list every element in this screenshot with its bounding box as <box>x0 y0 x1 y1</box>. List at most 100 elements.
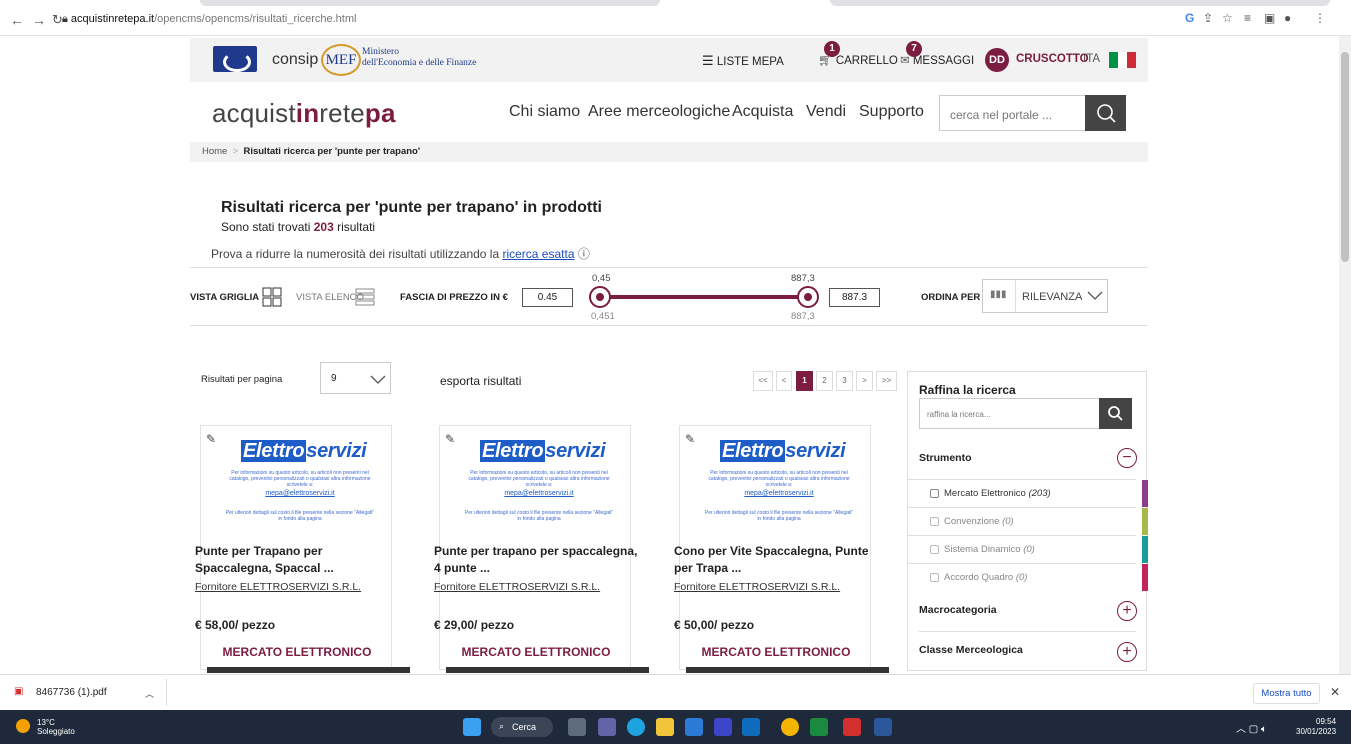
vendor-link[interactable]: Fornitore ELETTROSERVIZI S.R.L. <box>195 581 361 593</box>
collapse-strumento-icon[interactable]: − <box>1117 448 1137 468</box>
breadcrumb-home[interactable]: Home <box>202 146 227 157</box>
show-all-button[interactable]: Mostra tutto <box>1253 683 1320 704</box>
messages-button[interactable]: 7 ✉ MESSAGGI <box>900 41 974 67</box>
acrobat-icon[interactable] <box>843 718 861 736</box>
forward-icon[interactable]: → <box>32 12 46 28</box>
menu-icon[interactable]: ⋮ <box>1314 11 1326 25</box>
product-card[interactable]: ✎ Elettro servizi Per informazioni su que… <box>195 425 410 673</box>
card-action-bar[interactable] <box>207 667 410 673</box>
search-input[interactable]: cerca nel portale ... <box>939 95 1086 131</box>
outlook-icon[interactable] <box>742 718 760 736</box>
vendor-link[interactable]: Fornitore ELETTROSERVIZI S.R.L. <box>434 581 600 593</box>
checkbox[interactable] <box>930 545 939 554</box>
refine-search-button[interactable] <box>1099 398 1132 429</box>
clock[interactable]: 09:54 30/01/2023 <box>1296 717 1336 737</box>
browser-tab[interactable] <box>830 0 1330 6</box>
min-price-input[interactable]: 0.45 <box>522 288 573 307</box>
edit-icon[interactable]: ✎ <box>445 432 455 446</box>
search-button[interactable] <box>1085 95 1126 131</box>
edge-icon[interactable] <box>627 718 645 736</box>
chevron-up-icon[interactable]: ︿ <box>145 687 154 700</box>
min-price-handle[interactable] <box>589 286 611 308</box>
taskbar-search[interactable]: ⌕ Cerca <box>491 717 553 737</box>
page-scrollbar[interactable] <box>1339 36 1351 674</box>
cruscotto-link[interactable]: CRUSCOTTO <box>1016 53 1089 65</box>
profile-icon[interactable]: ● <box>1284 11 1291 25</box>
page-1[interactable]: 1 <box>796 371 813 391</box>
app-icon[interactable] <box>810 718 828 736</box>
max-price-handle[interactable] <box>797 286 819 308</box>
product-title[interactable]: Punte per Trapano per Spaccalegna, Spacc… <box>195 543 400 577</box>
checkbox[interactable] <box>930 573 939 582</box>
page-3[interactable]: 3 <box>836 371 853 391</box>
side-panel-icon[interactable]: ▣ <box>1264 11 1275 25</box>
download-filename[interactable]: 8467736 (1).pdf <box>36 687 107 698</box>
avatar[interactable]: DD <box>985 48 1009 72</box>
chrome-icon[interactable] <box>781 718 799 736</box>
list-view-icon[interactable] <box>355 288 375 306</box>
strumento-title[interactable]: Strumento <box>919 452 972 464</box>
sun-icon[interactable] <box>16 719 30 733</box>
checkbox[interactable] <box>930 489 939 498</box>
consip-logo-icon[interactable] <box>213 46 257 72</box>
grid-view-label[interactable]: VISTA GRIGLIA <box>190 292 259 303</box>
cart-button[interactable]: 1 🛒︎ CARRELLO <box>818 41 898 67</box>
menu-vendi[interactable]: Vendi <box>806 103 846 121</box>
edit-icon[interactable]: ✎ <box>685 432 695 446</box>
mef-label[interactable]: Ministero dell'Economia e delle Finanze <box>362 47 476 69</box>
vendor-link[interactable]: Fornitore ELETTROSERVIZI S.R.L. <box>674 581 840 593</box>
classe-merceologica-title[interactable]: Classe Merceologica <box>919 644 1023 656</box>
per-page-select[interactable]: 9 <box>320 362 391 394</box>
product-title[interactable]: Cono per Vite Spaccalegna, Punte per Tra… <box>674 543 879 577</box>
weather-widget[interactable]: 13°C Soleggiato <box>37 718 75 736</box>
consip-label[interactable]: consip <box>272 51 318 69</box>
scrollbar-thumb[interactable] <box>1341 52 1349 262</box>
chat-icon[interactable] <box>598 718 616 736</box>
star-icon[interactable]: ☆ <box>1222 11 1233 25</box>
page-next[interactable]: > <box>856 371 873 391</box>
share-icon[interactable]: ⇪ <box>1203 11 1213 25</box>
page-first[interactable]: << <box>753 371 773 391</box>
page-2[interactable]: 2 <box>816 371 833 391</box>
back-icon[interactable]: ← <box>10 12 24 28</box>
browser-tab[interactable] <box>200 0 660 6</box>
expand-classe-icon[interactable]: + <box>1117 642 1137 662</box>
system-tray-icons[interactable]: ︿ ▢ 🔈︎ <box>1236 720 1267 735</box>
macrocategoria-title[interactable]: Macrocategoria <box>919 604 997 616</box>
liste-mepa-button[interactable]: ☰ LISTE MEPA <box>702 53 784 69</box>
site-logo[interactable]: acquistinretepa <box>212 98 396 129</box>
menu-acquista[interactable]: Acquista <box>732 103 793 121</box>
exact-search-link[interactable]: ricerca esatta <box>502 247 574 261</box>
reading-list-icon[interactable]: ≡ <box>1244 11 1251 25</box>
language-selector[interactable]: ITA <box>1083 53 1100 65</box>
filter-option[interactable]: Accordo Quadro (0) <box>908 563 1148 591</box>
address-bar[interactable]: 🔒︎ acquistinretepa.it/opencms/opencms/ri… <box>62 13 356 26</box>
google-icon[interactable]: G <box>1185 11 1194 25</box>
page-prev[interactable]: < <box>776 371 792 391</box>
product-card[interactable]: ✎ Elettro servizi Per informazioni su que… <box>674 425 889 673</box>
refine-input[interactable]: raffina la ricerca... <box>919 398 1100 429</box>
info-icon[interactable]: ⓘ <box>578 247 590 261</box>
expand-macrocategoria-icon[interactable]: + <box>1117 601 1137 621</box>
product-card[interactable]: ✎ Elettro servizi Per informazioni su que… <box>434 425 649 673</box>
app-icon[interactable] <box>714 718 732 736</box>
menu-chi-siamo[interactable]: Chi siamo <box>509 103 580 121</box>
filter-option[interactable]: Sistema Dinamico (0) <box>908 535 1148 563</box>
edit-icon[interactable]: ✎ <box>206 432 216 446</box>
checkbox[interactable] <box>930 517 939 526</box>
list-view-label[interactable]: VISTA ELENCO <box>296 292 364 303</box>
filter-option[interactable]: Mercato Elettronico (203) <box>908 479 1148 507</box>
card-action-bar[interactable] <box>686 667 889 673</box>
mef-logo-icon[interactable]: MEF <box>321 44 361 76</box>
page-last[interactable]: >> <box>876 371 897 391</box>
export-results-link[interactable]: esporta risultati <box>440 374 521 388</box>
sort-select[interactable]: ▮▮▮ RILEVANZA <box>982 279 1108 313</box>
italian-flag-icon[interactable] <box>1109 52 1136 68</box>
menu-aree-merceologiche[interactable]: Aree merceologiche <box>588 103 730 121</box>
card-action-bar[interactable] <box>446 667 649 673</box>
windows-start-icon[interactable] <box>463 718 481 736</box>
file-explorer-icon[interactable] <box>656 718 674 736</box>
product-title[interactable]: Punte per trapano per spaccalegna, 4 pun… <box>434 543 639 577</box>
max-price-input[interactable]: 887.3 <box>829 288 880 307</box>
word-icon[interactable] <box>874 718 892 736</box>
